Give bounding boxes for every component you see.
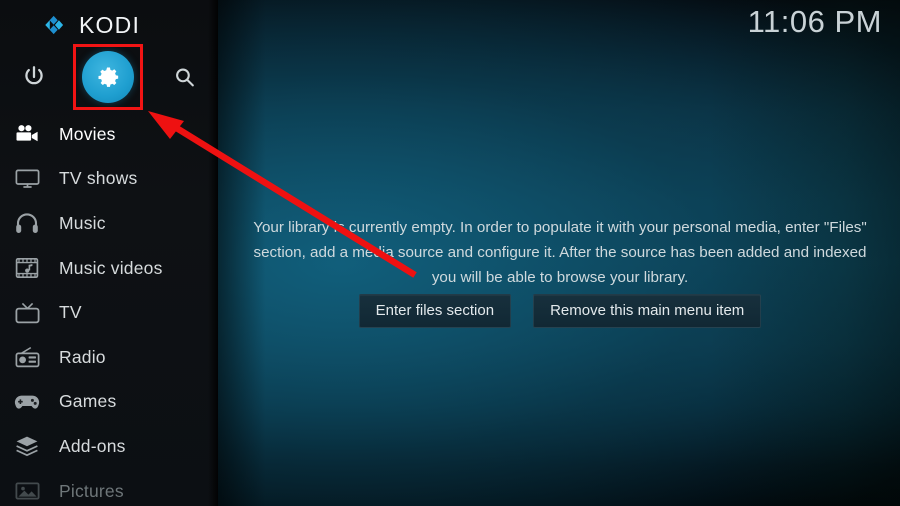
clock: 11:06 PM [747,4,882,39]
sidebar-item-label: TV [59,302,82,323]
sidebar-item-label: Pictures [59,480,124,501]
empty-library-message: Your library is currently empty. In orde… [253,219,867,286]
sidebar-item-label: Radio [59,346,106,367]
sidebar-item-tv[interactable]: TV [0,290,218,335]
radio-icon [12,344,42,370]
power-icon [25,66,43,85]
headphones-icon [12,210,42,236]
remove-main-menu-item-button[interactable]: Remove this main menu item [533,294,762,328]
addons-box-icon [12,433,42,459]
sidebar-item-tv-shows[interactable]: TV shows [0,157,218,202]
sidebar-item-label: Music [59,212,106,233]
sidebar-item-label: Games [59,391,117,412]
sidebar-item-label: Add-ons [59,435,126,456]
pictures-icon [12,478,42,504]
empty-library-actions: Enter files section Remove this main men… [248,294,872,328]
kodi-logo-icon [45,15,64,35]
retro-tv-icon [12,300,42,326]
sidebar-menu: Movies TV shows Music Music videos TV Ra… [0,112,218,506]
enter-files-section-button[interactable]: Enter files section [358,294,512,328]
sidebar-item-music[interactable]: Music [0,201,218,246]
sidebar-item-movies[interactable]: Movies [0,112,218,157]
sidebar-item-music-videos[interactable]: Music videos [0,246,218,291]
settings-gear-circle [82,51,134,103]
settings-gear-icon [98,67,118,87]
search-button[interactable] [155,48,213,106]
sidebar-item-add-ons[interactable]: Add-ons [0,424,218,469]
sidebar: KODI Movies TV shows Music Music videos … [0,0,218,506]
gamepad-icon [12,389,42,415]
music-video-icon [12,255,42,281]
brand-text: KODI [79,11,141,38]
power-button[interactable] [5,48,63,106]
brand: KODI [40,8,140,42]
sidebar-item-radio[interactable]: Radio [0,335,218,380]
settings-button[interactable] [79,48,137,106]
sidebar-item-label: Movies [59,123,116,144]
sidebar-item-pictures[interactable]: Pictures [0,469,218,506]
sidebar-item-label: Music videos [59,257,163,278]
sidebar-item-games[interactable]: Games [0,380,218,425]
sidebar-top-icons [0,48,218,106]
sidebar-item-label: TV shows [59,168,138,189]
movie-camera-icon [12,121,42,147]
search-icon [175,68,194,86]
tv-monitor-icon [12,166,42,192]
kodi-home-screen: 11:06 PM Your library is currently empty… [0,0,900,506]
